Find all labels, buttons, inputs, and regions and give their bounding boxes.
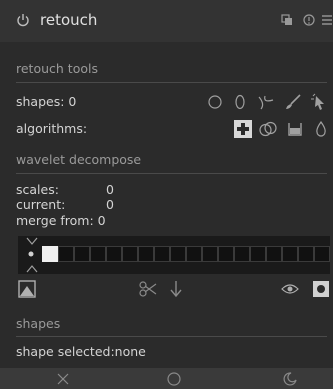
shape-selected-label: shape selected:none [16, 344, 146, 359]
pick-icon[interactable] [310, 93, 328, 111]
scale-cell[interactable] [42, 246, 58, 262]
scale-cell[interactable] [90, 246, 106, 262]
divider [16, 173, 327, 174]
scale-cell[interactable] [154, 246, 170, 262]
paste-arrow-icon[interactable] [169, 280, 183, 298]
divider [16, 82, 327, 83]
crescent-icon[interactable] [283, 372, 297, 386]
power-icon[interactable] [16, 13, 30, 27]
scale-cell[interactable] [250, 246, 266, 262]
clone-icon[interactable] [259, 121, 277, 137]
section-wavelet: wavelet decompose [16, 152, 142, 167]
scale-cell[interactable] [138, 246, 154, 262]
circle-icon[interactable] [167, 372, 181, 386]
scale-cell[interactable] [314, 246, 330, 262]
fill-icon[interactable] [287, 121, 303, 137]
bottom-toolbar [0, 368, 333, 389]
cut-icon[interactable] [139, 281, 157, 297]
merge-from-label: merge from: 0 [16, 213, 106, 228]
module-title: retouch [40, 11, 98, 29]
ellipse-icon[interactable] [232, 94, 248, 110]
scales-label: scales: [16, 182, 59, 197]
scale-cell[interactable] [298, 246, 314, 262]
section-retouch-tools: retouch tools [16, 61, 98, 76]
path-icon[interactable] [257, 94, 275, 110]
brush-icon[interactable] [284, 94, 302, 110]
display-mask-icon[interactable] [18, 280, 36, 298]
section-shapes: shapes [16, 316, 61, 331]
scale-cell[interactable] [202, 246, 218, 262]
current-label: current: [16, 197, 66, 212]
scale-cell[interactable] [186, 246, 202, 262]
scale-cell[interactable] [170, 246, 186, 262]
scale-cell[interactable] [218, 246, 234, 262]
scale-cell[interactable] [266, 246, 282, 262]
eye-icon[interactable] [281, 282, 299, 296]
multi-instance-icon[interactable] [281, 14, 293, 26]
scales-arrow-icon[interactable] [26, 265, 38, 273]
scale-cell[interactable] [74, 246, 90, 262]
reset-icon[interactable] [303, 14, 315, 26]
close-icon[interactable] [57, 373, 69, 385]
current-value: 0 [106, 197, 114, 212]
scales-value: 0 [106, 182, 114, 197]
algorithms-label: algorithms: [16, 121, 88, 136]
heal-icon[interactable] [234, 120, 252, 138]
shapes-count-label: shapes: 0 [16, 94, 77, 109]
module-body: retouch tools shapes: 0 algorithms: wave… [0, 42, 333, 368]
scale-cell[interactable] [106, 246, 122, 262]
module-header: retouch [0, 0, 333, 42]
merge-arrow-icon[interactable] [26, 237, 38, 245]
scale-cell[interactable] [234, 246, 250, 262]
circle-icon[interactable] [207, 94, 223, 110]
blur-icon[interactable] [314, 121, 328, 137]
scale-cell[interactable] [58, 246, 74, 262]
divider [16, 336, 327, 337]
preview-icon[interactable] [312, 280, 330, 298]
scale-cell[interactable] [282, 246, 298, 262]
current-dot-icon [28, 251, 34, 257]
wavelet-scale-strip[interactable] [18, 236, 330, 274]
scale-cell[interactable] [122, 246, 138, 262]
presets-icon[interactable] [321, 14, 333, 26]
